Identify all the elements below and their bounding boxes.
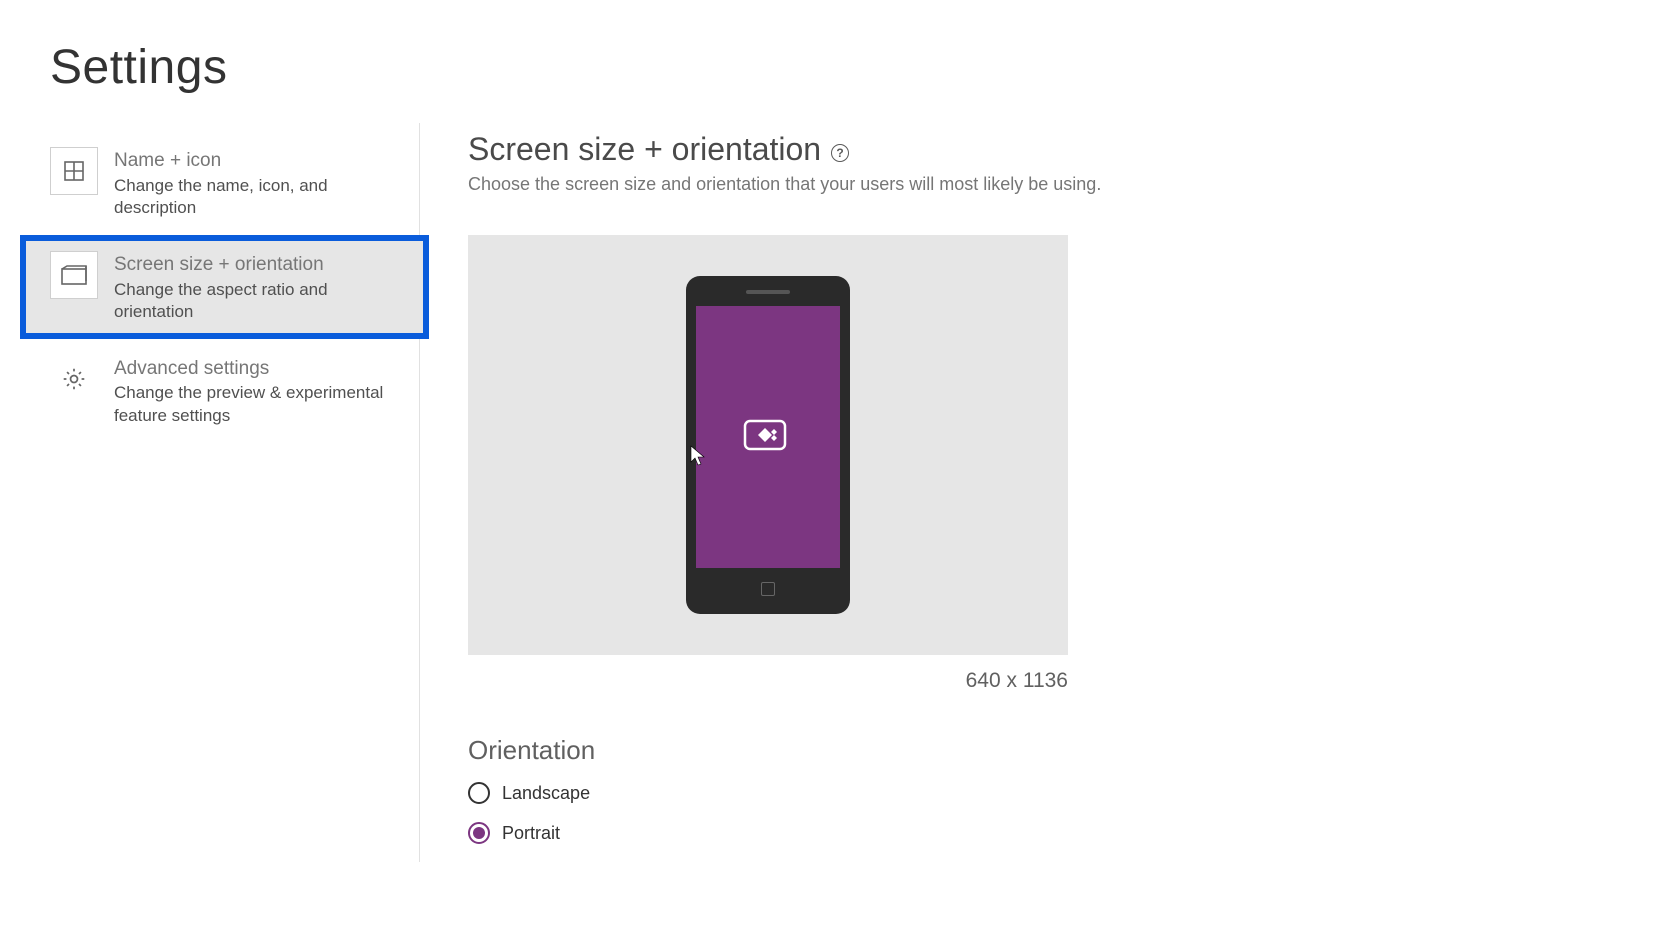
aspect-ratio-icon [50,251,98,299]
sidebar-item-name-icon[interactable]: Name + icon Change the name, icon, and d… [20,131,419,235]
phone-speaker [746,290,790,294]
powerapps-logo-icon [743,417,793,457]
settings-sidebar: Name + icon Change the name, icon, and d… [50,123,420,862]
phone-home-button [761,582,775,596]
sidebar-item-label: Advanced settings [114,357,403,382]
gear-icon [50,355,98,403]
radio-label: Landscape [502,783,590,804]
sidebar-item-desc: Change the aspect ratio and orientation [114,279,403,323]
phone-screen [696,306,840,568]
radio-unchecked-icon [468,782,490,804]
radio-label: Portrait [502,823,560,844]
page-title: Settings [50,40,1680,95]
section-title: Screen size + orientation [468,131,821,168]
orientation-landscape-radio[interactable]: Landscape [468,782,1680,804]
grid-icon [50,147,98,195]
section-description: Choose the screen size and orientation t… [468,174,1680,195]
sidebar-item-screen-size[interactable]: Screen size + orientation Change the asp… [20,235,429,339]
sidebar-item-label: Screen size + orientation [114,253,403,278]
orientation-radio-group: Landscape Portrait [468,782,1680,844]
sidebar-item-advanced[interactable]: Advanced settings Change the preview & e… [20,339,419,443]
sidebar-item-desc: Change the preview & experimental featur… [114,382,403,426]
help-icon[interactable]: ? [831,144,849,162]
radio-checked-icon [468,822,490,844]
phone-mockup [686,276,850,614]
screen-preview [468,235,1068,655]
sidebar-item-label: Name + icon [114,149,403,174]
orientation-heading: Orientation [468,735,1680,766]
orientation-portrait-radio[interactable]: Portrait [468,822,1680,844]
main-panel: Screen size + orientation ? Choose the s… [420,123,1680,862]
sidebar-item-desc: Change the name, icon, and description [114,175,403,219]
screen-dimensions: 640 x 1136 [468,669,1068,693]
